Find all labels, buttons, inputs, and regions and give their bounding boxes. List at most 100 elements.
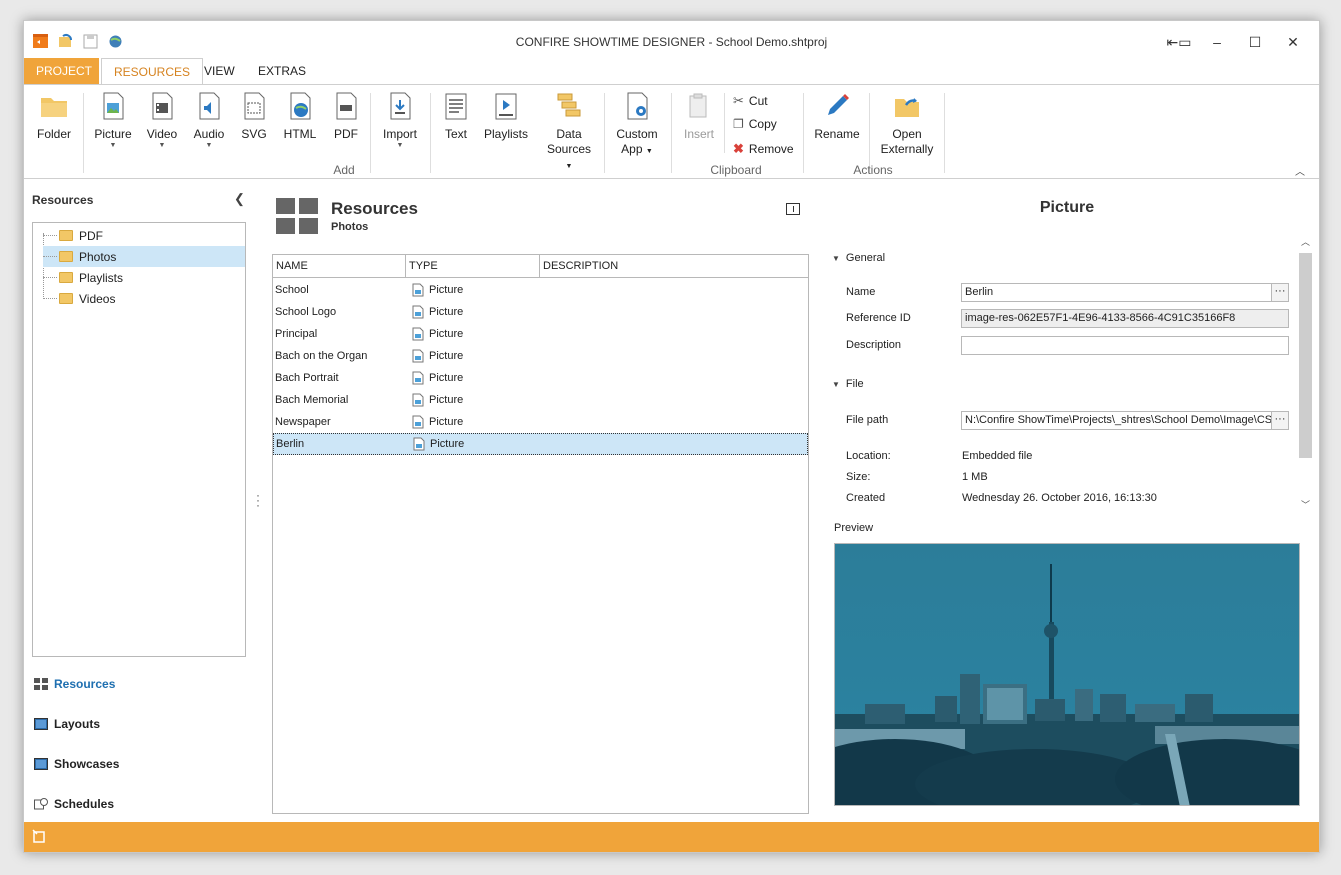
picture-icon [103,92,124,120]
cell-name: Bach Memorial [275,394,349,406]
pin-icon[interactable]: ⇤▭ [1163,31,1195,53]
table-row[interactable]: Bach Memorial Picture [273,389,808,411]
collapse-ribbon-icon[interactable]: ︿ [1295,163,1305,178]
open-externally-button[interactable]: Open Externally [876,91,938,157]
left-pane-title: Resources [32,193,94,207]
table-row[interactable]: School Picture [273,279,808,301]
tab-project[interactable]: PROJECT [24,58,99,84]
category-general[interactable]: ▼ General [832,252,885,264]
ribbon-separator [604,93,605,173]
maximize-icon[interactable]: ☐ [1239,31,1271,53]
clipboard-group-label: Clipboard [710,163,762,177]
name-field[interactable]: Berlin [961,283,1272,302]
cut-button[interactable]: ✂ Cut [733,93,768,109]
table-row[interactable]: Berlin Picture [273,433,808,455]
window-title: CONFIRE SHOWTIME DESIGNER - School Demo.… [515,35,828,49]
picture-button[interactable]: Picture ▼ [90,91,136,150]
cell-name: Bach on the Organ [275,350,368,362]
custom-app-button[interactable]: Custom App ▼ [612,91,662,159]
close-icon[interactable]: ✕ [1277,31,1309,53]
pdf-icon [336,92,357,120]
nav-showcases[interactable]: Showcases [34,757,119,771]
pdf-button[interactable]: PDF [328,91,364,142]
cell-name: School [275,284,309,296]
table-row[interactable]: Principal Picture [273,323,808,345]
video-button[interactable]: Video ▼ [140,91,184,150]
tree-item-pdf[interactable]: PDF [43,225,245,246]
scrollbar-thumb[interactable] [1299,253,1312,458]
nav-resources[interactable]: Resources [34,677,115,691]
nav-layouts[interactable]: Layouts [34,717,100,731]
status-icon[interactable] [32,829,46,843]
scroll-down-icon[interactable]: ﹀ [1301,498,1310,511]
folder-button[interactable]: Folder [34,91,74,142]
svg-icon [244,92,265,120]
picture-file-icon [413,437,425,451]
table-row[interactable]: Bach Portrait Picture [273,367,808,389]
html-button[interactable]: HTML [280,91,320,142]
data-sources-button[interactable]: Data Sources ▼ [544,91,594,174]
svg-button[interactable]: SVG [236,91,272,142]
resources-header-icon [276,198,318,234]
tree-item-photos[interactable]: Photos [43,246,245,267]
cell-name: Principal [275,328,318,340]
text-button[interactable]: Text [438,91,474,142]
cell-type: Picture [411,283,463,297]
size-label: Size: [846,471,871,483]
ribbon-separator [944,93,945,173]
playlists-button[interactable]: Playlists [480,91,532,142]
scroll-up-icon[interactable]: ︿ [1301,235,1310,248]
insert-button[interactable]: Insert [678,91,720,142]
resource-grid: NAME TYPE DESCRIPTION School Picture Schoo… [272,254,809,814]
folder-icon [59,251,73,262]
html-icon [290,92,311,120]
file-path-ellipsis-button[interactable]: ··· [1271,411,1289,430]
add-group-label: Add [333,163,355,177]
tab-view[interactable]: VIEW [192,58,247,84]
ribbon-separator [671,93,672,173]
tree-item-playlists[interactable]: Playlists [43,267,245,288]
picture-file-icon [412,393,424,407]
tab-resources[interactable]: RESOURCES [101,58,204,85]
center-title: Resources [331,199,418,218]
import-icon [390,92,411,120]
column-header-name[interactable]: NAME [273,255,406,278]
column-header-description[interactable]: DESCRIPTION [540,255,808,278]
folder-icon [59,230,73,241]
showcase-icon [34,758,48,770]
ribbon-separator [803,93,804,173]
minimize-icon[interactable]: – [1201,31,1233,53]
cell-name: Bach Portrait [275,372,339,384]
ribbon: Folder Picture ▼ Video ▼ Audio ▼ SVG HTML P… [24,84,1319,179]
tree-item-videos[interactable]: Videos [43,288,245,309]
properties-scrollbar[interactable]: ︿ ﹀ [1298,235,1313,511]
name-ellipsis-button[interactable]: ··· [1271,283,1289,302]
collapse-left-pane-icon[interactable]: ❮ [234,191,245,207]
import-button[interactable]: Import ▼ [378,91,422,150]
table-row[interactable]: Newspaper Picture [273,411,808,433]
column-header-type[interactable]: TYPE [406,255,540,278]
splitter-handle[interactable]: · · · [256,489,260,511]
description-field[interactable] [961,336,1289,355]
layout-icon [34,718,48,730]
created-label: Created [846,492,886,504]
reference-id-field[interactable]: image-res-062E57F1-4E96-4133-8566-4C91C3… [961,309,1289,328]
copy-button[interactable]: ❐ Copy [733,117,777,131]
table-row[interactable]: Bach on the Organ Picture [273,345,808,367]
file-path-field[interactable]: N:\Confire ShowTime\Projects\_shtres\Sch… [961,411,1272,430]
rename-button[interactable]: Rename [812,91,862,142]
toggle-details-panel-icon[interactable] [786,203,800,215]
grid-header: NAME TYPE DESCRIPTION [273,255,808,278]
audio-button[interactable]: Audio ▼ [188,91,230,150]
remove-button[interactable]: ✖ Remove [733,141,794,157]
location-label: Location: [846,450,891,462]
category-file[interactable]: ▼ File [832,378,864,390]
folder-icon [59,293,73,304]
table-row[interactable]: School Logo Picture [273,301,808,323]
tab-extras[interactable]: EXTRAS [246,58,318,84]
nav-schedules[interactable]: Schedules [34,797,114,811]
cell-type: Picture [411,393,463,407]
resource-tree: PDF Photos Playlists Videos [32,222,246,657]
details-title: Picture [1039,199,1095,216]
status-bar [24,822,1319,852]
